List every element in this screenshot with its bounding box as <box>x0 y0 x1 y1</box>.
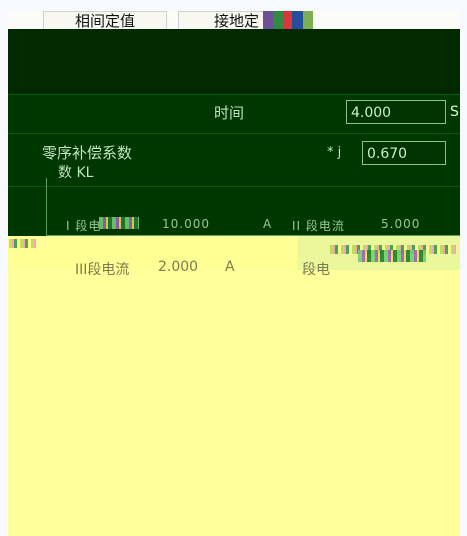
panel-divider <box>8 186 460 187</box>
current-1-prefix: I 段电 <box>66 219 102 233</box>
compensation-label: 零序补偿系数 <box>42 144 133 162</box>
iii-unit: A <box>225 259 235 275</box>
header-band <box>8 29 460 94</box>
noise-block <box>9 239 36 248</box>
time-input[interactable]: 4.000 <box>346 100 446 124</box>
time-label: 时间 <box>214 104 245 122</box>
current-2-value: 5.000 <box>381 217 421 231</box>
panel-divider <box>8 94 460 95</box>
tab-status-icon <box>263 11 313 29</box>
compensation-note: 数 KL <box>58 165 94 181</box>
iii-label: III段电流 <box>75 262 130 278</box>
iii-tail: 段电 <box>302 262 330 278</box>
current-2-label: II 段电流 <box>292 219 345 233</box>
compensation-value[interactable]: 0.670 <box>362 141 446 165</box>
time-unit: S <box>450 104 459 120</box>
current-1-unit: A <box>263 217 273 231</box>
panel-divider <box>8 133 460 134</box>
lower-panel <box>8 236 460 536</box>
cell-border <box>46 178 47 235</box>
tab-strip: 相间定值 接地定 <box>8 10 460 32</box>
compensation-separator: * j <box>327 145 342 160</box>
iii-value: 2.000 <box>158 259 199 275</box>
noise-block <box>358 250 426 262</box>
current-1-value: 10.000 <box>162 217 210 231</box>
noise-block <box>99 217 139 229</box>
